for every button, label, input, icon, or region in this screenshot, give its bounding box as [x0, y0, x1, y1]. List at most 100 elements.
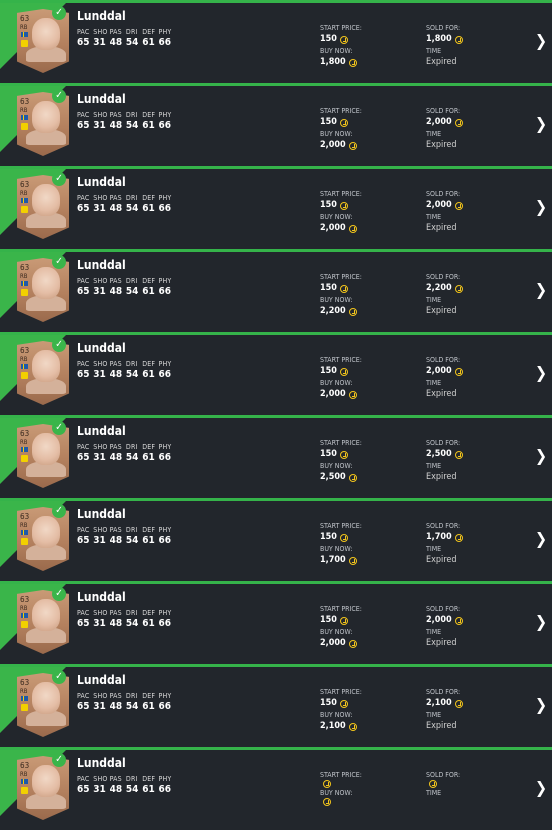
coin-icon [323, 798, 331, 806]
buy-now-label: BUY NOW: [320, 213, 353, 221]
chevron-right-icon[interactable]: ❯ [534, 529, 548, 549]
player-position: RB [20, 273, 28, 280]
player-face [32, 599, 60, 631]
club-badge-icon [21, 704, 28, 711]
coin-icon [339, 118, 348, 127]
start-price-value: 150 [320, 365, 420, 378]
check-icon: ✓ [52, 338, 66, 352]
chevron-right-icon[interactable]: ❯ [534, 197, 548, 217]
coin-icon [454, 284, 463, 293]
player-face [32, 516, 60, 548]
chevron-right-icon[interactable]: ❯ [534, 446, 548, 466]
coin-icon [339, 533, 348, 542]
time-value: Expired [426, 638, 457, 648]
coin-icon [348, 473, 357, 482]
transfer-list-item[interactable]: 63 RB ✓ Lunddal PAC 65 SHO 31 PAS 48 DRI 54 DEF 6… [0, 83, 552, 166]
buy-now-label: BUY NOW: [320, 789, 353, 797]
chevron-right-icon[interactable]: ❯ [534, 114, 548, 134]
player-name: Lunddal [77, 92, 126, 106]
player-rating: 63 [20, 678, 30, 687]
sold-for-label: SOLD FOR: [426, 356, 461, 364]
coin-icon [348, 58, 357, 67]
club-badge-icon [21, 40, 28, 47]
chevron-right-icon[interactable]: ❯ [534, 612, 548, 632]
check-icon: ✓ [52, 587, 66, 601]
transfer-list-item[interactable]: 63 RB ✓ Lunddal PAC 65 SHO 31 PAS 48 DRI 54 DEF 6… [0, 166, 552, 249]
transfer-list-item[interactable]: 63 RB ✓ Lunddal PAC 65 SHO 31 PAS 48 DRI 54 DEF 6… [0, 664, 552, 747]
stat-value: 66 [158, 701, 172, 712]
coin-icon [454, 367, 463, 376]
transfer-list-item[interactable]: 63 RB ✓ Lunddal PAC 65 SHO 31 PAS 48 DRI 54 DEF 6… [0, 747, 552, 830]
sale-info: SOLD FOR: 2,000 TIME Expired [426, 106, 526, 152]
stat-value: 66 [158, 784, 172, 795]
check-icon: ✓ [52, 6, 66, 20]
stat-label: PHY [158, 277, 172, 285]
player-rating: 63 [20, 180, 30, 189]
chevron-right-icon[interactable]: ❯ [534, 695, 548, 715]
transfer-list-item[interactable]: 63 RB ✓ Lunddal PAC 65 SHO 31 PAS 48 DRI 54 DEF 6… [0, 415, 552, 498]
coin-icon [348, 224, 357, 233]
nation-flag-icon [21, 115, 28, 120]
player-face [32, 18, 60, 50]
chevron-right-icon[interactable]: ❯ [534, 363, 548, 383]
start-price-value: 150 [320, 614, 420, 627]
coin-icon [454, 616, 463, 625]
transfer-list-item[interactable]: 63 RB ✓ Lunddal PAC 65 SHO 31 PAS 48 DRI 54 DEF 6… [0, 498, 552, 581]
stat-label: PHY [158, 360, 172, 368]
club-badge-icon [21, 206, 28, 213]
nation-flag-icon [21, 32, 28, 37]
player-name: Lunddal [77, 9, 126, 23]
buy-now-label: BUY NOW: [320, 379, 353, 387]
sold-for-value: 2,000 [426, 116, 526, 129]
start-price-label: START PRICE: [320, 522, 362, 530]
stat-phy: PHY 66 [159, 443, 181, 463]
transfer-list-item[interactable]: 63 RB ✓ Lunddal PAC 65 SHO 31 PAS 48 DRI 54 DEF 6… [0, 0, 552, 83]
sold-for-value: 2,000 [426, 365, 526, 378]
chevron-right-icon[interactable]: ❯ [534, 778, 548, 798]
player-position: RB [20, 107, 28, 114]
time-label: TIME [426, 545, 442, 553]
player-face [32, 267, 60, 299]
stat-label: PHY [158, 526, 172, 534]
time-value: Expired [426, 57, 457, 67]
transfer-list-item[interactable]: 63 RB ✓ Lunddal PAC 65 SHO 31 PAS 48 DRI 54 DEF 6… [0, 249, 552, 332]
time-label: TIME [426, 628, 442, 636]
coin-icon [454, 35, 463, 44]
player-position: RB [20, 771, 28, 778]
stat-value: 66 [158, 203, 172, 214]
nation-flag-icon [21, 281, 28, 286]
time-label: TIME [426, 789, 442, 797]
stat-phy: PHY 66 [159, 194, 181, 214]
coin-icon [339, 284, 348, 293]
chevron-right-icon[interactable]: ❯ [534, 31, 548, 51]
buy-now-value [320, 798, 420, 806]
nation-flag-icon [21, 696, 28, 701]
transfer-list-item[interactable]: 63 RB ✓ Lunddal PAC 65 SHO 31 PAS 48 DRI 54 DEF 6… [0, 332, 552, 415]
nation-flag-icon [21, 779, 28, 784]
player-rating: 63 [20, 263, 30, 272]
transfer-list: 63 RB ✓ Lunddal PAC 65 SHO 31 PAS 48 DRI 54 DEF 6… [0, 0, 552, 830]
buy-now-label: BUY NOW: [320, 628, 353, 636]
sold-for-value: 2,000 [426, 614, 526, 627]
start-price-value: 150 [320, 199, 420, 212]
player-face [32, 350, 60, 382]
sold-for-value: 2,100 [426, 697, 526, 710]
chevron-right-icon[interactable]: ❯ [534, 280, 548, 300]
player-position: RB [20, 24, 28, 31]
start-price-value: 150 [320, 33, 420, 46]
player-name: Lunddal [77, 424, 126, 438]
player-position: RB [20, 439, 28, 446]
sold-for-label: SOLD FOR: [426, 107, 461, 115]
club-badge-icon [21, 787, 28, 794]
coin-icon [348, 639, 357, 648]
start-price-value: 150 [320, 282, 420, 295]
stat-value: 66 [158, 369, 172, 380]
sold-for-value [426, 780, 526, 788]
buy-now-value: 2,500 [320, 471, 420, 484]
time-value: Expired [426, 306, 457, 316]
buy-now-label: BUY NOW: [320, 47, 353, 55]
time-label: TIME [426, 296, 442, 304]
start-price-value: 150 [320, 116, 420, 129]
transfer-list-item[interactable]: 63 RB ✓ Lunddal PAC 65 SHO 31 PAS 48 DRI 54 DEF 6… [0, 581, 552, 664]
player-face [32, 184, 60, 216]
